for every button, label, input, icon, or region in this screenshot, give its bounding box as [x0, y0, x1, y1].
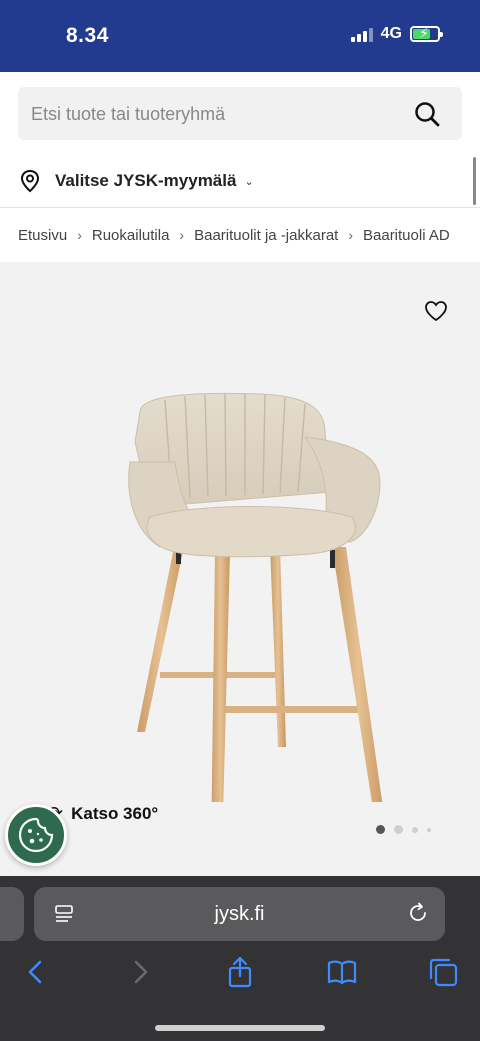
location-pin-icon — [20, 169, 40, 193]
url-text: jysk.fi — [214, 903, 265, 925]
view-360-button[interactable]: ⟳ Katso 360° — [48, 803, 158, 824]
browser-chrome: jysk.fi — [0, 876, 480, 1041]
breadcrumb-item-dining[interactable]: Ruokailutila — [92, 227, 170, 244]
breadcrumb: Etusivu › Ruokailutila › Baarituolit ja … — [0, 207, 480, 262]
gallery-pagination[interactable] — [376, 825, 431, 834]
bookmarks-icon[interactable] — [326, 956, 358, 988]
status-time: 8.34 — [66, 24, 109, 47]
view-360-label: Katso 360° — [71, 803, 159, 823]
gallery-dot-active[interactable] — [376, 825, 385, 834]
gallery-dot[interactable] — [427, 827, 431, 832]
store-selector[interactable]: Valitse JYSK-myymälä ⌄ — [20, 169, 254, 193]
forward-icon[interactable] — [124, 956, 156, 988]
breadcrumb-separator: › — [77, 227, 82, 243]
share-icon[interactable] — [224, 956, 256, 988]
search-input[interactable]: Etsi tuote tai tuoteryhmä — [18, 87, 462, 140]
breadcrumb-item-home[interactable]: Etusivu — [18, 227, 67, 244]
network-label: 4G — [380, 25, 402, 42]
scrollbar — [473, 157, 476, 205]
breadcrumb-item-product[interactable]: Baarituoli AD — [363, 227, 450, 244]
home-indicator[interactable] — [155, 1025, 325, 1031]
previous-tab[interactable] — [0, 887, 24, 941]
signal-icon — [350, 26, 373, 42]
status-indicators: 4G ⚡ — [350, 25, 443, 43]
gallery-dot[interactable] — [412, 826, 418, 833]
search-icon[interactable] — [414, 101, 440, 127]
reload-icon[interactable] — [407, 902, 429, 924]
product-image-bar-stool[interactable] — [80, 322, 420, 802]
site-header: Etsi tuote tai tuoteryhmä Valitse JYSK-m… — [0, 72, 480, 207]
browser-toolbar — [0, 956, 480, 996]
battery-icon: ⚡ — [410, 25, 443, 42]
store-selector-label: Valitse JYSK-myymälä — [55, 171, 237, 190]
tabs-icon[interactable] — [427, 956, 459, 988]
back-icon[interactable] — [20, 956, 52, 988]
status-bar: 8.34 4G ⚡ — [0, 0, 480, 72]
breadcrumb-separator: › — [179, 227, 185, 243]
breadcrumb-item-bar-stools[interactable]: Baarituolit ja -jakkarat — [194, 227, 338, 244]
cookie-settings-button[interactable] — [5, 804, 67, 866]
product-gallery[interactable]: ⟳ Katso 360° — [0, 262, 480, 876]
gallery-dot[interactable] — [394, 825, 403, 834]
search-placeholder: Etsi tuote tai tuoteryhmä — [31, 104, 226, 124]
address-bar[interactable]: jysk.fi — [34, 887, 445, 941]
chevron-down-icon: ⌄ — [244, 175, 254, 188]
breadcrumb-separator: › — [348, 227, 353, 243]
cookie-icon — [18, 817, 54, 853]
heart-icon[interactable] — [424, 300, 448, 322]
